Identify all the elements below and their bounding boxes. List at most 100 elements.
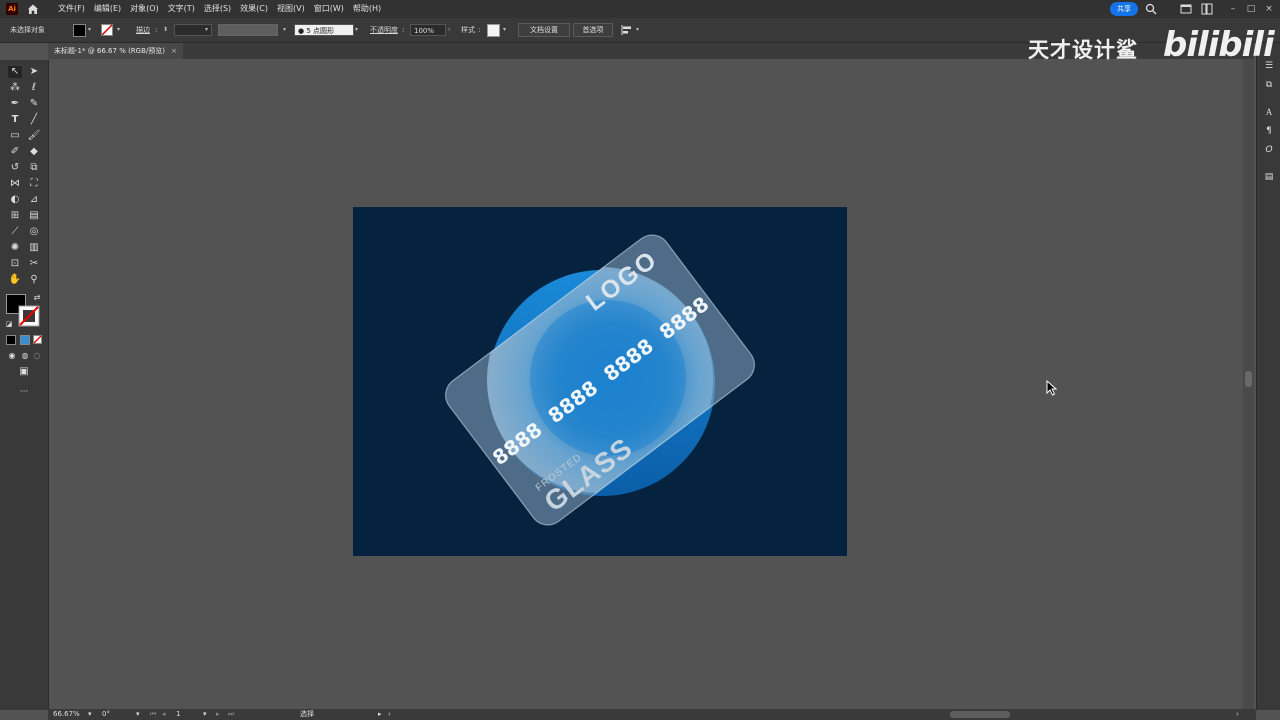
opacity-arrow-icon[interactable]: › (448, 18, 450, 42)
preferences-button[interactable]: 首选项 (573, 23, 613, 37)
eyedropper-tool-icon[interactable]: ⟋ (8, 226, 22, 238)
artboard-number[interactable]: 1 (176, 709, 180, 720)
first-artboard-icon[interactable]: ⏮ (150, 709, 156, 720)
width-tool-icon[interactable]: ⋈ (8, 178, 22, 190)
gradient-mode-icon[interactable] (20, 335, 30, 345)
rotation-value[interactable]: 0° (102, 709, 110, 720)
stroke-none-swatch[interactable] (101, 24, 113, 36)
character-panel-icon[interactable]: A (1262, 105, 1276, 119)
scroll-left-arrow-icon[interactable]: ‹ (388, 709, 391, 720)
fill-dropdown-icon[interactable]: ▾ (88, 18, 91, 42)
profile-dropdown-icon[interactable]: ▾ (283, 18, 286, 42)
menu-select[interactable]: 选择(S) (204, 0, 231, 18)
document-setup-button[interactable]: 文档设置 (518, 23, 570, 37)
magic-wand-tool-icon[interactable]: ⁂ (8, 82, 22, 94)
line-tool-icon[interactable]: ╱ (27, 114, 41, 126)
shape-builder-tool-icon[interactable]: ◐ (8, 194, 22, 206)
draw-normal-icon[interactable]: ◉ (5, 350, 19, 362)
stroke-stepper-icon[interactable]: ⬍ (163, 18, 168, 42)
app-logo[interactable]: Ai (6, 3, 18, 15)
mesh-tool-icon[interactable]: ⊞ (8, 210, 22, 222)
stroke-color-box[interactable] (18, 305, 40, 327)
stroke-label[interactable]: 描边 (136, 18, 150, 42)
last-artboard-icon[interactable]: ⏭ (228, 709, 234, 720)
style-dropdown-icon[interactable]: ▾ (503, 18, 506, 42)
artboard-dropdown-icon[interactable]: ▾ (203, 709, 207, 720)
stroke-weight-dropdown-icon[interactable]: ▾ (205, 18, 208, 42)
direct-selection-tool-icon[interactable]: ➤ (27, 66, 41, 78)
menu-view[interactable]: 视图(V) (277, 0, 305, 18)
close-button[interactable]: × (1262, 2, 1276, 16)
align-icon[interactable] (621, 25, 633, 35)
shaper-tool-icon[interactable]: ✐ (8, 146, 22, 158)
graphic-style-swatch[interactable] (487, 24, 500, 37)
brush-dropdown-icon[interactable]: ▾ (355, 18, 358, 42)
draw-inside-icon[interactable]: ◌ (30, 350, 44, 362)
glass-card[interactable]: LOGO 8888 8888 8888 8888 FROSTED GLASS (378, 207, 821, 556)
zoom-level[interactable]: 66.67% (53, 709, 80, 720)
pen-tool-icon[interactable]: ✒ (8, 98, 22, 110)
brush-definition-field[interactable]: ● 5 点圆形 (294, 24, 354, 36)
edit-toolbar-icon[interactable]: ··· (17, 386, 31, 398)
eraser-tool-icon[interactable]: ◆ (27, 146, 41, 158)
align-dropdown-icon[interactable]: ▾ (636, 18, 639, 42)
scale-tool-icon[interactable]: ⧉ (27, 162, 41, 174)
swap-fill-stroke-icon[interactable]: ⇄ (30, 292, 44, 304)
rotation-dropdown-icon[interactable]: ▾ (136, 709, 140, 720)
artboard-tool-icon[interactable]: ⊡ (8, 258, 22, 270)
menu-help[interactable]: 帮助(H) (353, 0, 381, 18)
zoom-dropdown-icon[interactable]: ▾ (88, 709, 92, 720)
type-tool-icon[interactable]: T (8, 114, 22, 126)
previous-artboard-icon[interactable]: ◂ (162, 709, 166, 720)
free-transform-tool-icon[interactable]: ⛶ (27, 178, 41, 190)
column-graph-tool-icon[interactable]: ▥ (27, 242, 41, 254)
maximize-button[interactable]: □ (1244, 2, 1258, 16)
screen-mode-icon[interactable]: ▣ (17, 366, 31, 378)
document-tab[interactable]: 未标题-1* @ 66.67 % (RGB/预览) × (48, 43, 183, 59)
slice-tool-icon[interactable]: ✂ (27, 258, 41, 270)
vertical-scrollbar[interactable] (1243, 59, 1254, 710)
rotate-tool-icon[interactable]: ↺ (8, 162, 22, 174)
menu-effect[interactable]: 效果(C) (240, 0, 268, 18)
share-button[interactable]: 共享 (1110, 2, 1138, 16)
menu-file[interactable]: 文件(F) (58, 0, 85, 18)
vertical-scroll-thumb[interactable] (1245, 371, 1252, 387)
rectangle-tool-icon[interactable]: ▭ (8, 130, 22, 142)
align-panel-icon[interactable]: ▤ (1262, 170, 1276, 184)
workspace-switcher-icon[interactable] (1201, 3, 1213, 15)
horizontal-scroll-thumb[interactable] (950, 711, 1010, 718)
minimize-button[interactable]: – (1226, 2, 1240, 16)
layers-panel-icon[interactable]: ⧉ (1262, 78, 1276, 92)
lasso-tool-icon[interactable]: ℓ (27, 82, 41, 94)
paintbrush-tool-icon[interactable]: 🖌 (27, 130, 41, 142)
variable-width-profile[interactable] (218, 24, 278, 36)
opacity-label[interactable]: 不透明度 (370, 18, 398, 42)
status-menu-arrow-icon[interactable]: ▸ (378, 709, 382, 720)
symbol-sprayer-tool-icon[interactable]: ✺ (8, 242, 22, 254)
color-mode-icon[interactable] (6, 335, 16, 345)
opentype-panel-icon[interactable]: O (1262, 143, 1276, 157)
scroll-right-arrow-icon[interactable]: › (1236, 709, 1239, 720)
perspective-grid-tool-icon[interactable]: ⊿ (27, 194, 41, 206)
default-colors-icon[interactable]: ◪ (2, 318, 16, 330)
zoom-tool-icon[interactable]: ⚲ (27, 274, 41, 286)
next-artboard-icon[interactable]: ▸ (216, 709, 220, 720)
menu-object[interactable]: 对象(O) (130, 0, 159, 18)
tab-close-icon[interactable]: × (171, 47, 177, 55)
home-icon[interactable] (26, 2, 40, 16)
blend-tool-icon[interactable]: ◎ (27, 226, 41, 238)
artboard[interactable]: LOGO 8888 8888 8888 8888 FROSTED GLASS (353, 207, 847, 556)
fill-swatch[interactable] (73, 24, 86, 37)
search-icon[interactable] (1145, 3, 1157, 15)
opacity-field[interactable]: 100% (410, 24, 446, 36)
arrange-documents-icon[interactable] (1180, 3, 1192, 15)
hand-tool-icon[interactable]: ✋ (8, 274, 22, 286)
menu-window[interactable]: 窗口(W) (314, 0, 344, 18)
menu-edit[interactable]: 编辑(E) (94, 0, 121, 18)
stroke-dropdown-icon[interactable]: ▾ (117, 18, 120, 42)
paragraph-panel-icon[interactable]: ¶ (1262, 124, 1276, 138)
selection-tool-icon[interactable]: ↖ (8, 66, 22, 78)
gradient-tool-icon[interactable]: ▤ (27, 210, 41, 222)
none-mode-icon[interactable] (33, 335, 42, 344)
menu-type[interactable]: 文字(T) (168, 0, 195, 18)
